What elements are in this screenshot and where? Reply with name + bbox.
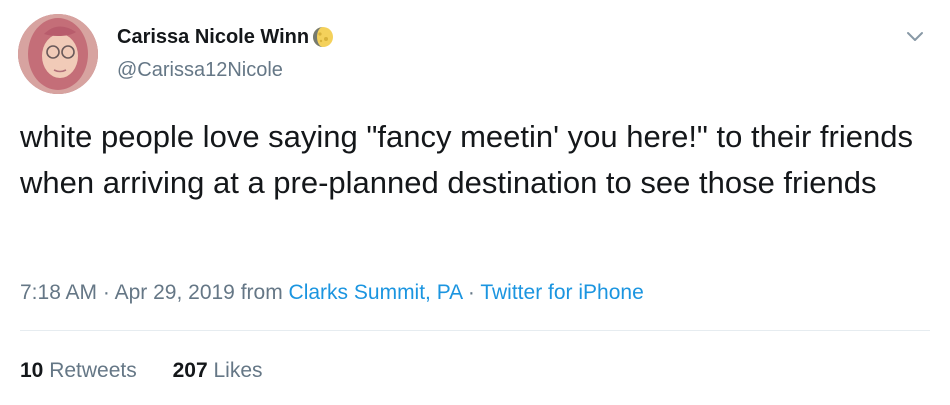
likes-stat[interactable]: 207 Likes: [173, 359, 263, 382]
author-display-name[interactable]: Carissa Nicole Winn: [117, 24, 309, 50]
tweet-card: Carissa Nicole Winn @Carissa12Nicole whi…: [0, 0, 950, 405]
avatar[interactable]: [18, 14, 98, 94]
source-link[interactable]: Twitter for iPhone: [480, 281, 643, 304]
meta-separator: ·: [102, 281, 110, 304]
chevron-down-icon[interactable]: [905, 30, 925, 44]
from-label: from: [240, 281, 283, 304]
moon-icon: [313, 27, 334, 47]
retweets-count: 10: [20, 359, 44, 382]
tweet-text: white people love saying "fancy meetin' …: [20, 119, 913, 200]
location-link[interactable]: Clarks Summit, PA: [289, 281, 462, 304]
tweet-stats: 10 Retweets 207 Likes: [20, 358, 263, 384]
retweets-label: Retweets: [49, 359, 137, 382]
meta-separator-2: ·: [467, 281, 475, 304]
tweet-meta: 7:18 AM · Apr 29, 2019 from Clarks Summi…: [20, 280, 644, 306]
likes-label: Likes: [213, 359, 263, 382]
retweets-stat[interactable]: 10 Retweets: [20, 359, 143, 382]
author-name-row[interactable]: Carissa Nicole Winn: [117, 24, 335, 50]
divider: [20, 330, 930, 331]
tweet-date[interactable]: Apr 29, 2019: [115, 281, 235, 304]
avatar-image: [18, 14, 98, 94]
likes-count: 207: [172, 359, 208, 382]
author-handle[interactable]: @Carissa12Nicole: [117, 58, 283, 82]
tweet-time[interactable]: 7:18 AM: [20, 281, 97, 304]
